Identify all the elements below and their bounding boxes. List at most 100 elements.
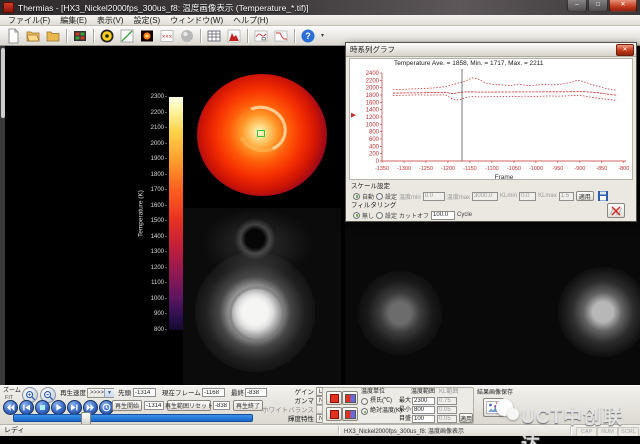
- thermal-image-icon[interactable]: [138, 27, 156, 44]
- toolbar-separator: [66, 29, 67, 43]
- scale-apply-button[interactable]: 適用: [576, 191, 594, 201]
- sphere-icon[interactable]: [178, 27, 196, 44]
- temperature-colorbar: Temperature (K) 230022002100200019001800…: [128, 97, 186, 330]
- colorbar-tick: 1300: [151, 249, 167, 255]
- x-tick-label: -1300: [397, 166, 411, 172]
- menu-edit[interactable]: 編集(E): [55, 15, 92, 26]
- temp-max-input[interactable]: [472, 192, 498, 201]
- x-tick-label: -1000: [529, 166, 543, 172]
- histogram-icon[interactable]: [225, 27, 243, 44]
- camera-image-right[interactable]: [345, 205, 640, 385]
- save-graph-icon[interactable]: [596, 190, 610, 202]
- kl-min-input[interactable]: [519, 192, 536, 201]
- play-start-input[interactable]: [144, 401, 164, 410]
- y-tick-label: 2200: [366, 78, 380, 84]
- range-header: 温度範囲: [411, 389, 435, 396]
- kelvin-label: 絶対温度(K): [370, 408, 402, 415]
- filter-toggle-button[interactable]: [607, 203, 625, 218]
- current-frame-input[interactable]: [202, 388, 225, 397]
- step-back-button[interactable]: [19, 400, 34, 415]
- filter-manual-radio[interactable]: [376, 212, 383, 219]
- palette-split-button-1[interactable]: [342, 391, 358, 405]
- temp-apply-button[interactable]: 適用: [459, 413, 473, 423]
- x-tick-label: -1150: [463, 166, 477, 172]
- molten-droplet-faint: [358, 271, 442, 355]
- menu-help[interactable]: ヘルプ(H): [228, 15, 273, 26]
- temp-min-input[interactable]: [423, 192, 445, 201]
- minimize-button[interactable]: –: [567, 0, 587, 12]
- celsius-radio[interactable]: [361, 398, 368, 405]
- data-grid-icon[interactable]: [205, 27, 223, 44]
- start-frame-input[interactable]: [133, 388, 156, 397]
- kl-max-label: KLmax: [538, 193, 557, 199]
- folder-icon[interactable]: [44, 27, 62, 44]
- kl-step-input[interactable]: [437, 415, 457, 423]
- y-tick-label: 1800: [366, 93, 380, 99]
- palette-split-button-2[interactable]: [342, 407, 358, 421]
- kl-max-input[interactable]: [559, 192, 574, 201]
- new-file-icon[interactable]: [4, 27, 22, 44]
- luminance-label: 輝度特性: [270, 416, 314, 424]
- end-frame-input[interactable]: [245, 388, 267, 397]
- title-bar[interactable]: Thermias - [HX3_Nickel2000fps_300us_f8: …: [0, 0, 640, 15]
- temp-step-input[interactable]: [412, 415, 435, 423]
- temp-min-input[interactable]: [412, 406, 435, 414]
- palette-color-button-1[interactable]: [326, 391, 342, 405]
- maximize-button[interactable]: □: [588, 0, 608, 12]
- scrollbar-thumb[interactable]: [1, 48, 5, 118]
- window-controls: – □ ✕: [567, 0, 637, 12]
- filter-none-radio[interactable]: [353, 212, 360, 219]
- speed-select[interactable]: >>>>▼: [87, 388, 114, 398]
- colorbar-tick: 2200: [151, 110, 167, 116]
- cutoff-input[interactable]: [431, 211, 455, 220]
- kl-min-input[interactable]: [437, 406, 457, 414]
- y-tick-label: 1600: [366, 100, 380, 106]
- jump-start-button[interactable]: [3, 400, 18, 415]
- play-button[interactable]: [51, 400, 66, 415]
- range-reset-button[interactable]: 再生範囲リセット: [167, 400, 211, 411]
- emissivity-pattern-icon[interactable]: ×××: [158, 27, 176, 44]
- vertical-scrollbar[interactable]: [0, 46, 5, 385]
- kl-max-input[interactable]: [437, 397, 457, 405]
- scale-manual-radio[interactable]: [376, 193, 383, 200]
- stop-button[interactable]: [35, 400, 50, 415]
- scale-auto-radio[interactable]: [353, 193, 360, 200]
- step-forward-button[interactable]: [67, 400, 82, 415]
- x-tick-label: -1350: [375, 166, 389, 172]
- white-balance-label: ホワイトバランス: [262, 407, 314, 415]
- timeseries-chart-icon[interactable]: [252, 27, 270, 44]
- celsius-label: 摂氏(℃): [370, 398, 392, 405]
- frame-grabber-icon[interactable]: [71, 27, 89, 44]
- range-end-input[interactable]: [213, 401, 230, 410]
- radiation-source-icon[interactable]: [98, 27, 116, 44]
- camera-image-left[interactable]: [183, 208, 341, 385]
- kelvin-radio[interactable]: [361, 408, 368, 415]
- play-end-button[interactable]: 再生終了: [233, 400, 263, 411]
- menu-settings[interactable]: 設定(S): [129, 15, 166, 26]
- play-start-button[interactable]: 再生開始: [112, 400, 142, 411]
- graph-window-titlebar[interactable]: 時系列グラフ ✕: [346, 43, 636, 57]
- close-button[interactable]: ✕: [609, 0, 637, 12]
- temp-max-input[interactable]: [412, 397, 435, 405]
- menu-window[interactable]: ウィンドウ(W): [165, 15, 228, 26]
- temperature-image[interactable]: [183, 50, 341, 208]
- status-separator: [338, 426, 339, 435]
- frame-slider-track[interactable]: [13, 414, 253, 422]
- toolbar-overflow-arrow[interactable]: ▾: [321, 32, 324, 39]
- palette-color-button-2[interactable]: [326, 407, 342, 421]
- y-tick-label: 800: [369, 130, 380, 136]
- menu-view[interactable]: 表示(V): [92, 15, 129, 26]
- timeseries-graph-window: 時系列グラフ ✕ Temperature Ave. = 1858, Min. =…: [345, 42, 637, 222]
- colorbar-tick: 900: [154, 311, 167, 317]
- colorbar-tick: 1700: [151, 187, 167, 193]
- chart-area: Temperature Ave. = 1858, Min. = 1717, Ma…: [349, 58, 633, 180]
- graph-close-button[interactable]: ✕: [616, 44, 634, 56]
- calibration-chart-icon[interactable]: [118, 27, 136, 44]
- axis-marker: [351, 113, 356, 118]
- menu-file[interactable]: ファイル(F): [3, 15, 55, 26]
- help-icon[interactable]: ?: [299, 27, 317, 44]
- open-folder-icon[interactable]: [24, 27, 42, 44]
- y-tick-label: 1400: [366, 108, 380, 114]
- profile-chart-icon[interactable]: [272, 27, 290, 44]
- toolbar-separator: [247, 29, 248, 43]
